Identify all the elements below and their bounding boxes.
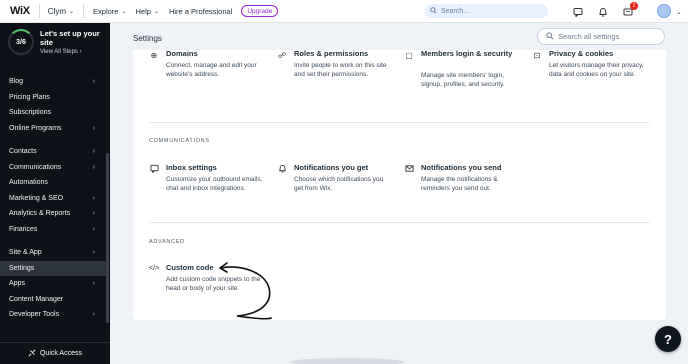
tile-desc: Manage site members' login, signup, prof… xyxy=(421,72,505,88)
setup-progress[interactable]: 3/6 Let's set up your site View All Step… xyxy=(8,29,100,55)
chevron-right-icon: › xyxy=(92,78,95,86)
site-selector[interactable]: Clym ⌄ xyxy=(48,7,74,16)
sidebar-item-communications[interactable]: Communications › xyxy=(0,160,106,176)
lock-icon: ▢ xyxy=(405,51,413,60)
tile-title: Notifications you send xyxy=(421,163,502,172)
chat-icon xyxy=(149,164,159,175)
sidebar-item-automations[interactable]: Automations xyxy=(0,175,106,191)
notifications-icon[interactable]: 2 xyxy=(621,2,638,19)
view-all-steps-link[interactable]: View All Steps › xyxy=(40,49,100,55)
sidebar-item-online-programs[interactable]: Online Programs › xyxy=(0,121,106,137)
hire-professional-link[interactable]: Hire a Professional xyxy=(169,7,232,16)
upgrade-button[interactable]: Upgrade xyxy=(241,5,279,17)
sidebar-item-developer-tools[interactable]: Developer Tools › xyxy=(0,307,106,323)
top-search-input[interactable]: Search... xyxy=(425,4,548,18)
help-button[interactable]: ? xyxy=(655,326,681,352)
sidebar-item-settings[interactable]: Settings xyxy=(0,260,106,276)
tile-desc: Customize your outbound emails, chat and… xyxy=(166,176,263,192)
chevron-right-icon: › xyxy=(92,280,95,288)
help-label: Help xyxy=(135,6,151,16)
tile-desc: Let visitors manage their privacy, data … xyxy=(549,62,644,78)
wix-logo[interactable]: WiX xyxy=(10,5,30,17)
setup-title: Let's set up your site xyxy=(40,29,100,47)
settings-card: ⊕ Domains Connect, manage and edit your … xyxy=(133,50,666,320)
page-title: Settings xyxy=(133,34,162,43)
chevron-right-icon: › xyxy=(92,249,95,257)
section-label-advanced: ADVANCED xyxy=(149,239,185,245)
tile-title: Inbox settings xyxy=(166,163,217,172)
sidebar-item-apps[interactable]: Apps › xyxy=(0,276,106,292)
shield-icon: ⊡ xyxy=(533,51,541,60)
divider xyxy=(38,4,40,18)
tile-title: Privacy & cookies xyxy=(549,50,614,58)
top-bar: WiX Clym ⌄ Explore ⌄ Help ⌄ Hire a Profe… xyxy=(0,0,688,23)
divider xyxy=(83,4,85,18)
tile-desc: Choose which notifications you get from … xyxy=(294,176,384,192)
explore-label: Explore xyxy=(93,6,119,16)
people-icon: ☍ xyxy=(277,51,287,60)
chevron-right-icon: › xyxy=(92,163,95,171)
quick-access-icon xyxy=(28,348,36,359)
site-name: Clym xyxy=(47,6,66,16)
hand-drawn-arrow-annotation xyxy=(219,262,272,320)
tile-title: Domains xyxy=(166,50,198,58)
chevron-right-icon: › xyxy=(92,194,95,202)
envelope-icon xyxy=(404,164,414,175)
tile-title: Notifications you get xyxy=(294,163,369,172)
sidebar-item-analytics-reports[interactable]: Analytics & Reports › xyxy=(0,206,106,222)
sidebar-item-blog[interactable]: Blog › xyxy=(0,74,106,90)
chevron-down-icon[interactable]: ⌄ xyxy=(672,5,686,19)
chevron-down-icon: ⌄ xyxy=(153,8,159,15)
bell-icon[interactable] xyxy=(596,5,610,19)
bell-icon xyxy=(277,164,287,175)
chevron-right-icon: › xyxy=(92,311,95,319)
chevron-right-icon: › xyxy=(92,225,95,233)
sidebar-item-contacts[interactable]: Contacts › xyxy=(0,144,106,160)
bottom-shadow xyxy=(290,358,404,364)
chevron-right-icon: › xyxy=(92,148,95,156)
avatar[interactable] xyxy=(657,4,671,18)
settings-search-placeholder: Search all settings xyxy=(558,32,620,41)
chat-icon[interactable] xyxy=(571,5,585,19)
sidebar: 3/6 Let's set up your site View All Step… xyxy=(0,23,110,364)
tile-desc: Connect, manage and edit your website's … xyxy=(166,62,257,78)
tile-title: Roles & permissions xyxy=(294,50,369,58)
sidebar-item-pricing-plans[interactable]: Pricing Plans xyxy=(0,90,106,106)
notification-badge: 2 xyxy=(630,2,638,10)
tile-desc: Manage the notifications & reminders you… xyxy=(421,176,498,192)
sidebar-item-finances[interactable]: Finances › xyxy=(0,222,106,238)
chevron-down-icon: ⌄ xyxy=(69,8,75,15)
help-menu[interactable]: Help ⌄ xyxy=(136,7,159,16)
chevron-right-icon: › xyxy=(92,210,95,218)
sidebar-item-site-app[interactable]: Site & App › xyxy=(0,245,106,261)
sidebar-menu: Blog › Pricing Plans Subscriptions Online… xyxy=(0,74,106,323)
divider xyxy=(149,222,650,223)
quick-access-label: Quick Access xyxy=(39,350,82,357)
sidebar-item-marketing-seo[interactable]: Marketing & SEO › xyxy=(0,191,106,207)
code-icon: </> xyxy=(149,265,160,272)
top-search-placeholder: Search... xyxy=(441,7,470,15)
chevron-down-icon: ⌄ xyxy=(121,8,127,15)
tile-desc: Invite people to work on this site and s… xyxy=(294,62,387,78)
divider xyxy=(149,122,650,123)
globe-icon: ⊕ xyxy=(150,51,158,60)
chevron-right-icon: › xyxy=(92,124,95,132)
progress-ring: 3/6 xyxy=(8,29,34,55)
sidebar-item-content-manager[interactable]: Content Manager xyxy=(0,292,106,308)
sidebar-scrollbar[interactable] xyxy=(106,153,109,323)
settings-search-input[interactable]: Search all settings xyxy=(537,28,665,45)
progress-text: 3/6 xyxy=(16,38,26,46)
quick-access-button[interactable]: Quick Access xyxy=(0,342,110,364)
section-label-communications: COMMUNICATIONS xyxy=(149,138,210,144)
tile-title: Members login & security xyxy=(421,50,513,58)
explore-menu[interactable]: Explore ⌄ xyxy=(93,7,126,16)
sidebar-item-subscriptions[interactable]: Subscriptions xyxy=(0,105,106,121)
search-icon xyxy=(546,31,554,42)
search-icon xyxy=(430,6,437,16)
